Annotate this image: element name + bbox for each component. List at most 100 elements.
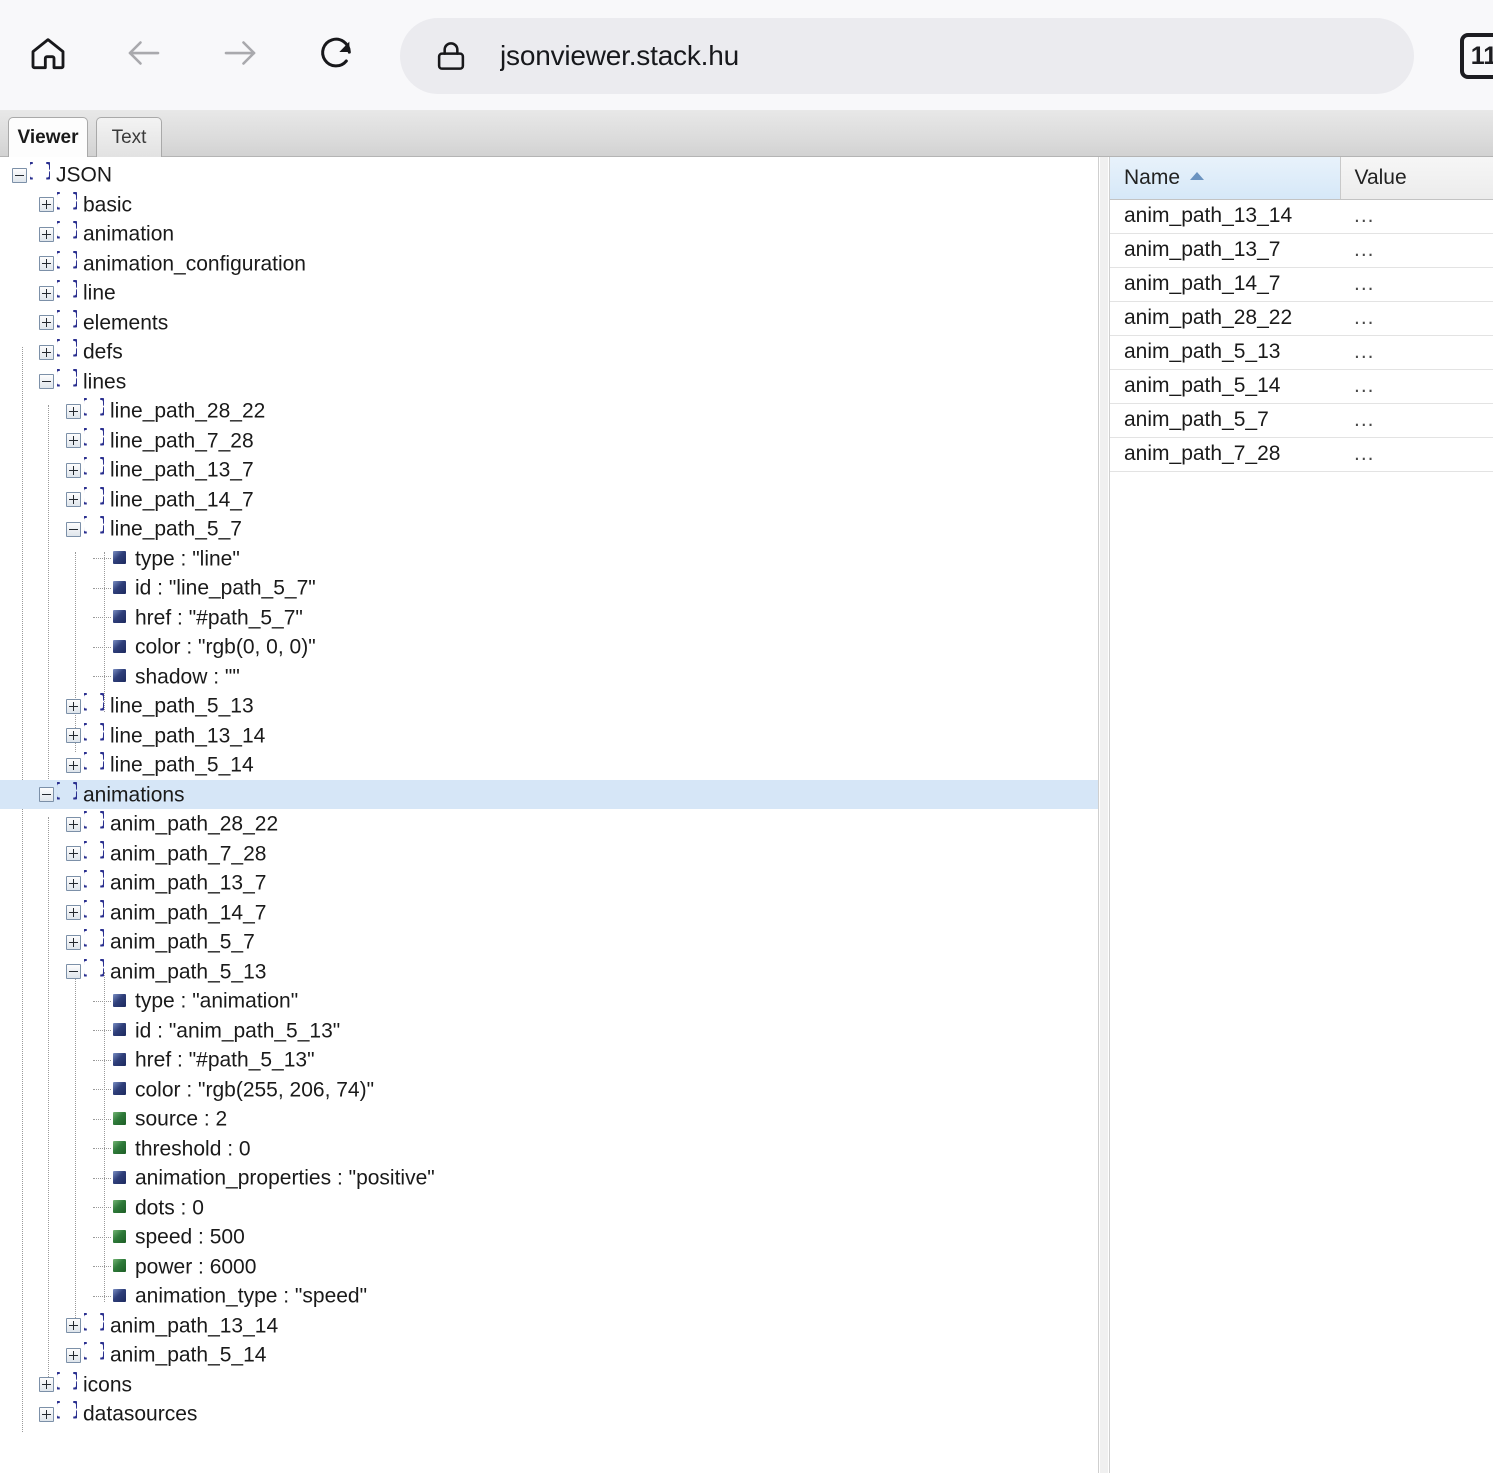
table-row[interactable]: anim_path_13_14... [1110, 199, 1493, 234]
tree-node-object[interactable]: { } line_path_13_7 [0, 454, 1098, 485]
tree-node-object[interactable]: { } elements [0, 307, 1098, 338]
expand-icon[interactable] [66, 1347, 81, 1363]
tab-count-button[interactable]: 11 [1460, 33, 1493, 79]
tree-node-leaf[interactable]: shadow : "" [0, 662, 1098, 692]
tree-node-object[interactable]: { } line [0, 277, 1098, 308]
tree-node-leaf[interactable]: power : 6000 [0, 1252, 1098, 1282]
column-header-value[interactable]: Value [1340, 157, 1493, 200]
expand-icon[interactable] [39, 315, 54, 331]
expand-icon[interactable] [66, 698, 81, 714]
svg-text:{ }: { } [84, 454, 104, 476]
json-tree[interactable]: { }JSON{ }basic{ }animation{ }animation_… [0, 157, 1098, 1429]
table-row[interactable]: anim_path_5_14... [1110, 369, 1493, 404]
tree-node-object[interactable]: { } animation [0, 218, 1098, 249]
home-icon [28, 33, 68, 78]
tree-node-label: icons [83, 1373, 133, 1397]
tree-node-object[interactable]: { } anim_path_13_14 [0, 1310, 1098, 1341]
tree-node-object[interactable]: { } lines [0, 366, 1098, 397]
expand-icon[interactable] [66, 1318, 81, 1334]
tab-viewer[interactable]: Viewer [8, 117, 88, 157]
expand-icon[interactable] [66, 905, 81, 921]
tree-node-object[interactable]: { } JSON [0, 159, 1098, 190]
table-row[interactable]: anim_path_13_7... [1110, 233, 1493, 268]
object-braces-icon: { } [76, 926, 112, 957]
tree-node-object[interactable]: { } animation_configuration [0, 248, 1098, 279]
tree-node-leaf[interactable]: speed : 500 [0, 1222, 1098, 1252]
tree-node-leaf[interactable]: type : "animation" [0, 986, 1098, 1016]
table-row[interactable]: anim_path_5_7... [1110, 403, 1493, 438]
collapse-icon[interactable] [39, 374, 54, 390]
expand-icon[interactable] [39, 1406, 54, 1422]
expand-icon[interactable] [66, 934, 81, 950]
expand-icon[interactable] [66, 433, 81, 449]
tree-node-object[interactable]: { } animations [0, 779, 1098, 809]
tree-node-object[interactable]: { } line_path_14_7 [0, 484, 1098, 515]
tree-node-object[interactable]: { } anim_path_5_14 [0, 1339, 1098, 1370]
property-table-panel[interactable]: Name Value anim_path_13_14... anim_path_1… [1110, 157, 1493, 1473]
expand-icon[interactable] [39, 256, 54, 272]
column-header-name[interactable]: Name [1110, 157, 1341, 200]
tree-node-object[interactable]: { } defs [0, 336, 1098, 367]
object-braces-icon: { } [76, 513, 112, 544]
object-braces-icon: { } [76, 1339, 112, 1370]
forward-button[interactable] [212, 27, 268, 83]
reload-button[interactable] [308, 27, 364, 83]
tree-node-object[interactable]: { } anim_path_5_7 [0, 926, 1098, 957]
expand-icon[interactable] [66, 846, 81, 862]
collapse-icon[interactable] [12, 167, 27, 183]
expand-icon[interactable] [39, 285, 54, 301]
table-row[interactable]: anim_path_7_28... [1110, 437, 1493, 472]
expand-icon[interactable] [39, 344, 54, 360]
tree-node-object[interactable]: { } line_path_5_7 [0, 513, 1098, 544]
tree-node-object[interactable]: { } line_path_28_22 [0, 395, 1098, 426]
tree-node-leaf[interactable]: dots : 0 [0, 1193, 1098, 1223]
tree-node-leaf[interactable]: color : "rgb(255, 206, 74)" [0, 1075, 1098, 1105]
tree-node-leaf[interactable]: color : "rgb(0, 0, 0)" [0, 632, 1098, 662]
expand-icon[interactable] [66, 728, 81, 744]
tree-node-object[interactable]: { } anim_path_13_7 [0, 867, 1098, 898]
table-row[interactable]: anim_path_28_22... [1110, 301, 1493, 336]
expand-icon[interactable] [66, 816, 81, 832]
tree-node-object[interactable]: { } anim_path_14_7 [0, 897, 1098, 928]
svg-text:{ }: { } [30, 159, 50, 181]
tree-node-leaf[interactable]: id : "line_path_5_7" [0, 573, 1098, 603]
tree-node-object[interactable]: { } anim_path_5_13 [0, 956, 1098, 987]
tree-node-object[interactable]: { } anim_path_28_22 [0, 808, 1098, 839]
expand-icon[interactable] [66, 462, 81, 478]
tree-node-leaf[interactable]: href : "#path_5_7" [0, 603, 1098, 633]
expand-icon[interactable] [66, 757, 81, 773]
collapse-icon[interactable] [39, 787, 54, 803]
expand-icon[interactable] [66, 403, 81, 419]
tree-node-leaf[interactable]: threshold : 0 [0, 1134, 1098, 1164]
json-tree-panel[interactable]: { }JSON{ }basic{ }animation{ }animation_… [0, 157, 1098, 1473]
expand-icon[interactable] [39, 1377, 54, 1393]
tree-node-object[interactable]: { } datasources [0, 1398, 1098, 1429]
expand-icon[interactable] [39, 197, 54, 213]
tree-node-object[interactable]: { } line_path_5_13 [0, 690, 1098, 721]
tree-node-object[interactable]: { } anim_path_7_28 [0, 838, 1098, 869]
back-button[interactable] [116, 27, 172, 83]
tree-node-leaf[interactable]: href : "#path_5_13" [0, 1045, 1098, 1075]
tree-node-object[interactable]: { } line_path_13_14 [0, 720, 1098, 751]
collapse-icon[interactable] [66, 521, 81, 537]
tree-node-object[interactable]: { } basic [0, 189, 1098, 220]
expand-icon[interactable] [66, 875, 81, 891]
home-button[interactable] [20, 27, 76, 83]
tree-node-leaf[interactable]: animation_properties : "positive" [0, 1163, 1098, 1193]
tree-node-leaf[interactable]: type : "line" [0, 544, 1098, 574]
table-row[interactable]: anim_path_5_13... [1110, 335, 1493, 370]
tree-node-object[interactable]: { } icons [0, 1369, 1098, 1400]
expand-icon[interactable] [66, 492, 81, 508]
expand-icon[interactable] [39, 226, 54, 242]
tree-node-leaf[interactable]: source : 2 [0, 1104, 1098, 1134]
splitter-grip[interactable] [1100, 157, 1108, 1473]
address-bar[interactable]: jsonviewer.stack.hu [400, 18, 1414, 94]
tree-node-leaf[interactable]: animation_type : "speed" [0, 1281, 1098, 1311]
table-row[interactable]: anim_path_14_7... [1110, 267, 1493, 302]
panel-splitter[interactable] [1098, 157, 1110, 1473]
tab-text[interactable]: Text [96, 117, 162, 157]
tree-node-object[interactable]: { } line_path_5_14 [0, 749, 1098, 780]
tree-node-leaf[interactable]: id : "anim_path_5_13" [0, 1016, 1098, 1046]
collapse-icon[interactable] [66, 964, 81, 980]
tree-node-object[interactable]: { } line_path_7_28 [0, 425, 1098, 456]
